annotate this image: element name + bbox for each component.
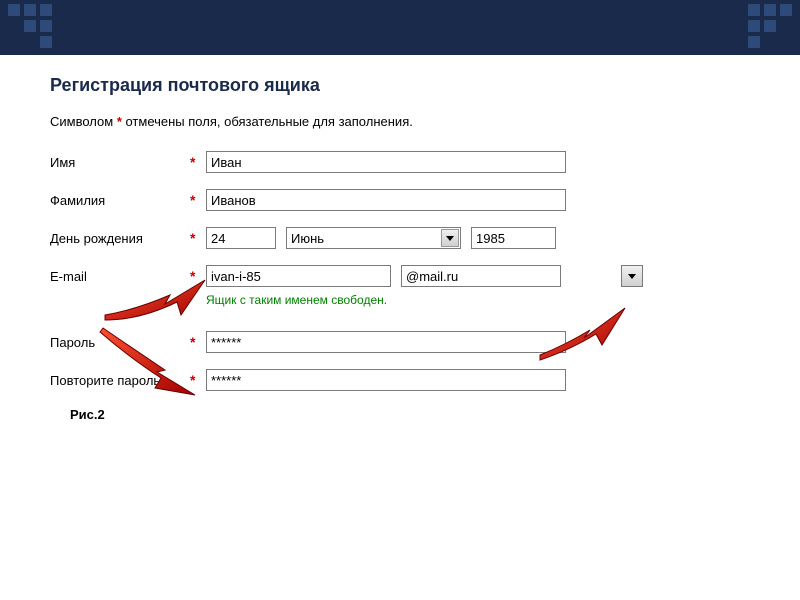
email-input[interactable]: ivan-i-85 <box>206 265 391 287</box>
birthday-month-select[interactable]: Июнь <box>286 227 461 249</box>
password-input[interactable]: ****** <box>206 331 566 353</box>
hint-suffix: отмечены поля, обязательные для заполнен… <box>122 114 413 129</box>
required-marker: * <box>190 268 206 284</box>
label-password: Пароль <box>50 335 190 350</box>
row-name: Имя * Иван <box>50 151 770 173</box>
decorative-grid-right <box>748 4 792 48</box>
required-marker: * <box>190 154 206 170</box>
required-marker: * <box>190 230 206 246</box>
email-available-status: Ящик с таким именем свободен. <box>206 293 770 307</box>
required-marker: * <box>190 192 206 208</box>
chevron-down-icon[interactable] <box>441 229 459 247</box>
row-password-confirm: Повторите пароль * ****** <box>50 369 770 391</box>
birthday-year-input[interactable]: 1985 <box>471 227 556 249</box>
row-birthday: День рождения * 24 Июнь 1985 <box>50 227 770 249</box>
row-email: E-mail * ivan-i-85 @mail.ru <box>50 265 770 287</box>
required-fields-hint: Символом * отмечены поля, обязательные д… <box>50 114 770 129</box>
name-input[interactable]: Иван <box>206 151 566 173</box>
row-surname: Фамилия * Иванов <box>50 189 770 211</box>
required-marker: * <box>190 372 206 388</box>
email-domain-select[interactable]: @mail.ru <box>401 265 561 287</box>
required-marker: * <box>190 334 206 350</box>
label-name: Имя <box>50 155 190 170</box>
figure-caption: Рис.2 <box>70 407 770 422</box>
birthday-day-input[interactable]: 24 <box>206 227 276 249</box>
decorative-grid-left <box>8 4 52 48</box>
surname-input[interactable]: Иванов <box>206 189 566 211</box>
hint-prefix: Символом <box>50 114 117 129</box>
password-confirm-input[interactable]: ****** <box>206 369 566 391</box>
label-email: E-mail <box>50 269 190 284</box>
label-birthday: День рождения <box>50 231 190 246</box>
label-password-confirm: Повторите пароль <box>50 373 190 388</box>
row-password: Пароль * ****** <box>50 331 770 353</box>
header-bar <box>0 0 800 55</box>
page-title: Регистрация почтового ящика <box>50 75 770 96</box>
content-area: Регистрация почтового ящика Символом * о… <box>0 55 800 432</box>
chevron-down-icon[interactable] <box>621 265 643 287</box>
label-surname: Фамилия <box>50 193 190 208</box>
